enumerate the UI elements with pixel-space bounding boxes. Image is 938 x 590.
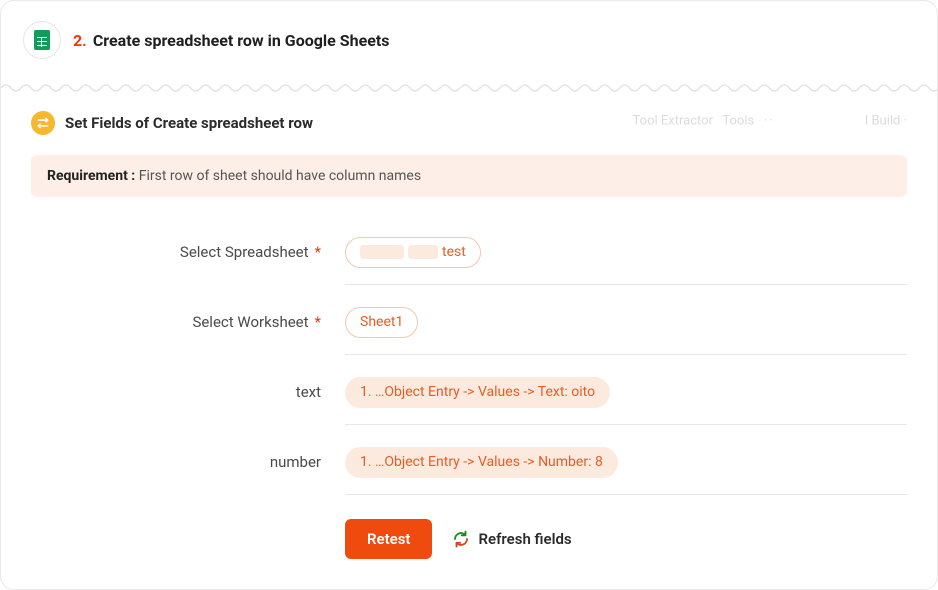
subheader: Set Fields of Create spreadsheet row Too… [1, 93, 937, 149]
requirement-text: First row of sheet should have column na… [139, 168, 421, 184]
requirement-banner: Requirement : First row of sheet should … [31, 155, 907, 197]
pill-worksheet[interactable]: Sheet1 [345, 307, 418, 338]
wavy-separator [1, 79, 937, 93]
pill-text[interactable]: 1. …Object Entry -> Values -> Text: oito [345, 377, 610, 408]
label-text: text [31, 373, 321, 401]
row-spreadsheet: Select Spreadsheet* test [31, 215, 907, 285]
ghost-right: I Build · [865, 114, 907, 129]
form: Select Spreadsheet* test Select Workshee… [1, 215, 937, 589]
retest-button[interactable]: Retest [345, 519, 432, 559]
refresh-fields-button[interactable]: Refresh fields [452, 530, 571, 548]
row-worksheet: Select Worksheet* Sheet1 [31, 285, 907, 355]
pill-number-value: 1. …Object Entry -> Values -> Number: 8 [360, 454, 603, 471]
pill-spreadsheet[interactable]: test [345, 237, 481, 268]
required-star: * [315, 313, 321, 331]
step-number: 2. [73, 31, 87, 50]
step-title-text: Create spreadsheet row in Google Sheets [93, 31, 390, 50]
step-panel: 2. Create spreadsheet row in Google Sheet… [0, 0, 938, 590]
pill-worksheet-text: Sheet1 [360, 314, 403, 331]
pill-spreadsheet-text: test [442, 244, 466, 261]
required-star: * [315, 243, 321, 261]
step-header[interactable]: 2. Create spreadsheet row in Google Sheet… [1, 1, 937, 79]
field-number[interactable]: 1. …Object Entry -> Values -> Number: 8 [345, 443, 907, 495]
label-number: number [31, 443, 321, 471]
requirement-label: Requirement : [47, 168, 135, 184]
refresh-icon [452, 530, 470, 548]
app-icon-wrap [23, 21, 61, 59]
refresh-label: Refresh fields [478, 530, 571, 548]
ghost-left: Tool Extractor Tools ·· [633, 114, 775, 129]
redacted-block [408, 245, 438, 259]
label-spreadsheet: Select Spreadsheet* [31, 233, 321, 261]
row-text: text 1. …Object Entry -> Values -> Text:… [31, 355, 907, 425]
row-number: number 1. …Object Entry -> Values -> Num… [31, 425, 907, 495]
ghost-row: Tool Extractor Tools ·· I Build · [633, 114, 907, 129]
swap-icon [31, 111, 55, 135]
step-title: 2. Create spreadsheet row in Google Sheet… [73, 31, 389, 50]
field-text[interactable]: 1. …Object Entry -> Values -> Text: oito [345, 373, 907, 425]
pill-text-value: 1. …Object Entry -> Values -> Text: oito [360, 384, 595, 401]
subheader-title: Set Fields of Create spreadsheet row [65, 114, 313, 132]
google-sheets-icon [34, 30, 50, 50]
field-spreadsheet[interactable]: test [345, 233, 907, 285]
pill-number[interactable]: 1. …Object Entry -> Values -> Number: 8 [345, 447, 618, 478]
actions-row: Retest Refresh fields [31, 495, 907, 559]
redacted-block [360, 245, 404, 259]
field-worksheet[interactable]: Sheet1 [345, 303, 907, 355]
label-worksheet: Select Worksheet* [31, 303, 321, 331]
